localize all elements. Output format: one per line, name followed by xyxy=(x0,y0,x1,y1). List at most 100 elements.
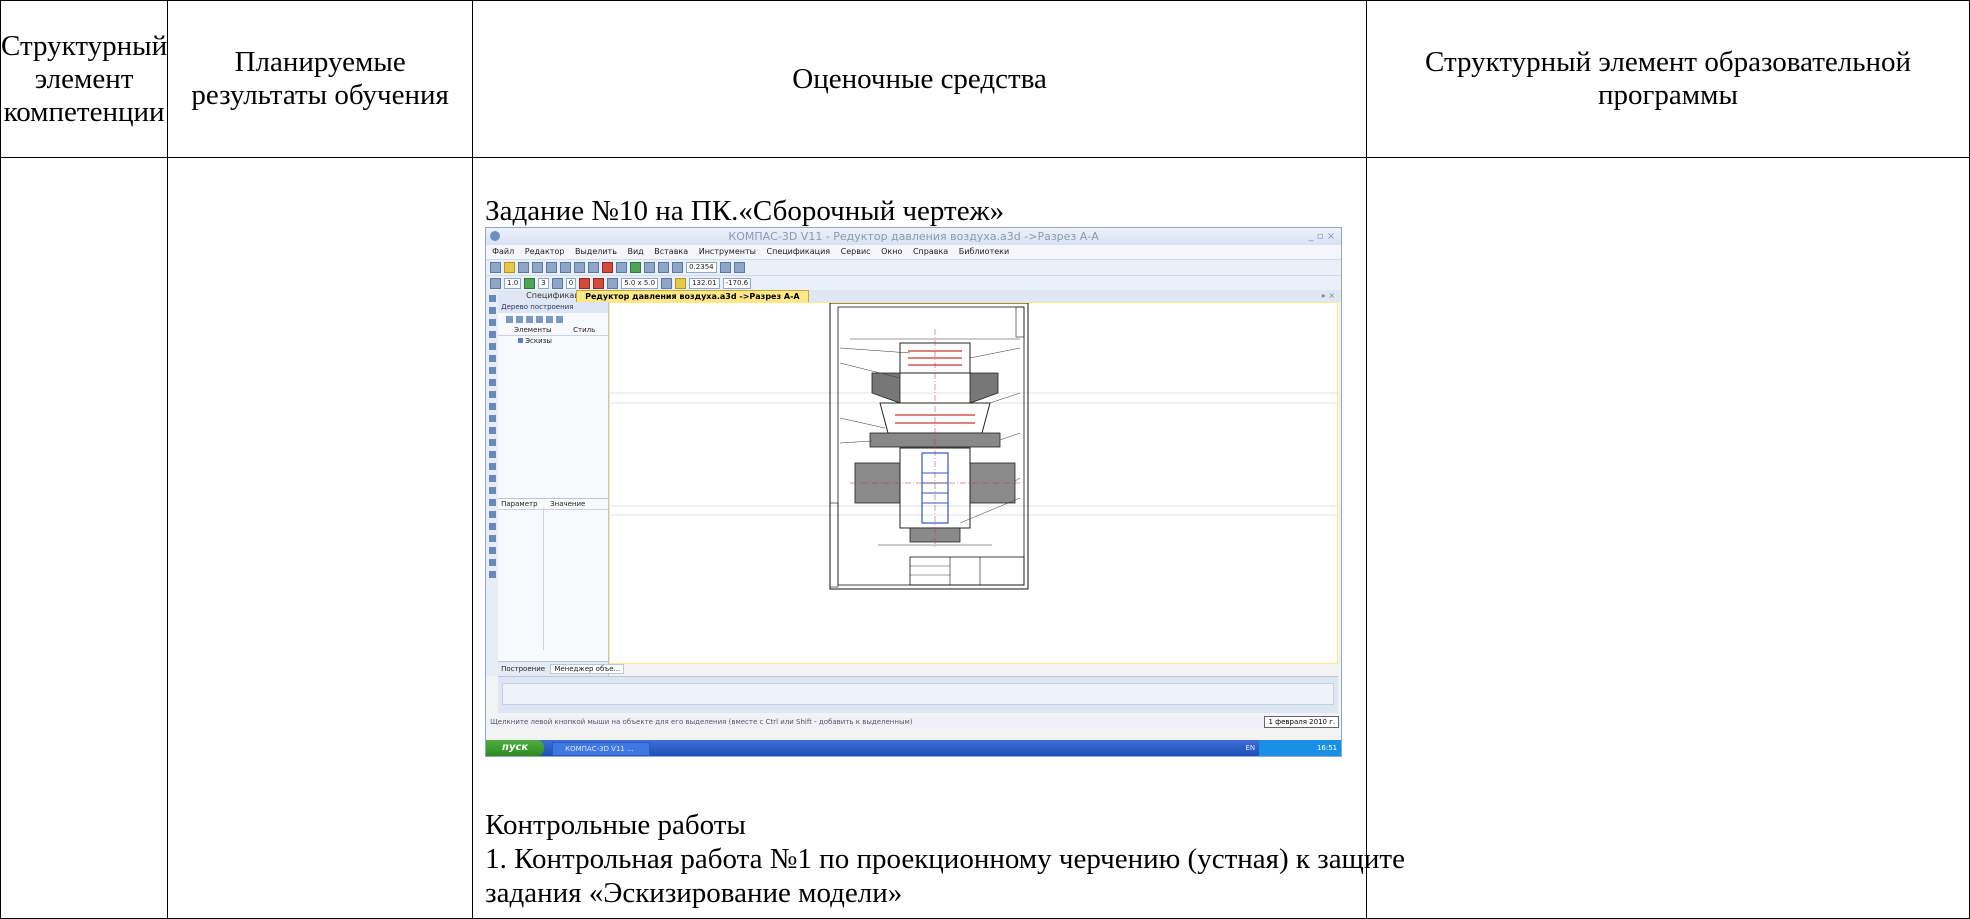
menu-libraries: Библиотеки xyxy=(958,247,1010,256)
lcs-icon xyxy=(661,278,673,289)
side-stamp xyxy=(829,502,839,588)
coord-x-field: 132.01 xyxy=(689,278,720,289)
cover-right xyxy=(969,372,999,404)
layer-icon xyxy=(524,278,536,289)
tree-tool-icon xyxy=(546,315,554,323)
col-elements: Элементы xyxy=(514,326,552,334)
properties-panel xyxy=(498,676,1339,713)
polygon-tool-icon xyxy=(488,535,496,542)
cell-program-element xyxy=(1366,157,1970,919)
toolbar-current-state: 1.0 3 0 5.0 x 5.0 132.01 -170.6 xyxy=(486,275,1342,291)
dimension-tool-icon xyxy=(488,307,496,314)
view-field: 0 xyxy=(565,278,577,289)
circle-tool-icon xyxy=(488,427,496,434)
kompas-screenshot: КОМПАС-3D V11 - Редуктор давления воздух… xyxy=(485,227,1343,757)
panel-toolbar xyxy=(498,313,608,325)
fillet-tool-icon xyxy=(488,511,496,518)
line-tool-icon xyxy=(488,403,496,410)
toolbar-standard: 0.2354 xyxy=(486,259,1342,275)
spline-tool-icon xyxy=(488,463,496,470)
cell-learning-outcomes xyxy=(167,157,474,919)
snap-icon xyxy=(579,278,591,289)
competence-table: Структурный элемент компетенции Планируе… xyxy=(0,0,1970,919)
header-assessment-tools: Оценочные средства xyxy=(472,0,1368,158)
start-label: пуск xyxy=(502,742,529,753)
header-assessment-tools-text: Оценочные средства xyxy=(792,62,1047,95)
menu-window: Окно xyxy=(881,247,903,256)
menu-help: Справка xyxy=(912,247,949,256)
new-file-icon xyxy=(490,262,502,273)
zoom-in-icon xyxy=(658,262,670,273)
window-controls-icon: _ ▫ × xyxy=(1308,231,1336,242)
title-block xyxy=(909,556,1025,586)
rectangle-tool-icon xyxy=(488,523,496,530)
date-tooltip: 1 февраля 2010 г. xyxy=(1264,716,1340,728)
panel-tab-build: Построение xyxy=(501,665,546,673)
corner-stamp xyxy=(1015,306,1025,338)
header-learning-outcomes-text: Планируемые результаты обучения xyxy=(191,46,449,111)
open-file-icon xyxy=(504,262,516,273)
cut-icon xyxy=(560,262,572,273)
variables-icon xyxy=(644,262,656,273)
properties-field xyxy=(502,683,1335,705)
view-icon xyxy=(551,278,563,289)
tree-tool-icon xyxy=(536,315,544,323)
leader-line xyxy=(970,347,1021,359)
col-value: Значение xyxy=(550,500,586,508)
menu-insert: Вставка xyxy=(654,247,689,256)
preview-icon xyxy=(546,262,558,273)
ortho-icon xyxy=(593,278,605,289)
menu-select: Выделить xyxy=(574,247,617,256)
table-row: Задание №10 на ПК.«Сборочный чертеж» КОМ… xyxy=(0,157,1970,919)
macro-tool-icon xyxy=(488,571,496,578)
header-competence-element-text: Структурный элемент компетенции xyxy=(1,29,168,128)
drawing-canvas xyxy=(609,302,1339,664)
menu-specification: Спецификация xyxy=(766,247,831,256)
window-title: КОМПАС-3D V11 - Редуктор давления воздух… xyxy=(728,230,1099,243)
menu-file: Файл xyxy=(492,247,515,256)
header-competence-element: Структурный элемент компетенции xyxy=(0,0,169,158)
control-works-heading: Контрольные работы xyxy=(485,809,746,841)
window-titlebar: КОМПАС-3D V11 - Редуктор давления воздух… xyxy=(486,228,1342,245)
arc-tool-icon xyxy=(488,439,496,446)
tab-assembly-drawing: Редуктор давления воздуха.a3d ->Разрез А… xyxy=(576,290,809,302)
menu-tools: Инструменты xyxy=(698,247,756,256)
equidistant-tool-icon xyxy=(488,547,496,554)
geometry-tool-icon xyxy=(488,295,496,302)
control-work-1-line1: 1. Контрольная работа №1 по проекционном… xyxy=(485,843,1405,875)
menu-service: Сервис xyxy=(840,247,871,256)
paste-icon xyxy=(588,262,600,273)
symbols-tool-icon xyxy=(488,319,496,326)
tree-tool-icon xyxy=(506,315,514,323)
params-tool-icon xyxy=(488,343,496,350)
cursor-icon xyxy=(675,278,687,289)
tree-column-headers: Элементы Стиль xyxy=(498,325,609,336)
panel-title: Дерево построения xyxy=(498,302,609,313)
windows-taskbar: пуск КОМПАС-3D V11 ... EN 16:51 xyxy=(486,740,1342,756)
status-bar: Щелкните левой кнопкой мыши на объекте д… xyxy=(486,717,1342,728)
edit-tool-icon xyxy=(488,331,496,338)
assessment-text: Контрольные работы 1. Контрольная работа… xyxy=(485,808,1405,910)
app-icon xyxy=(490,231,501,241)
coord-y-field: -170.6 xyxy=(722,278,752,289)
refresh-icon xyxy=(733,262,745,273)
undo-icon xyxy=(602,262,614,273)
grid-field: 5.0 x 5.0 xyxy=(621,278,659,289)
start-button: пуск xyxy=(486,740,545,756)
manager-icon xyxy=(630,262,642,273)
menu-bar: Файл Редактор Выделить Вид Вставка Инстр… xyxy=(486,245,1342,259)
assembly-drawing xyxy=(610,302,1338,590)
pan-icon xyxy=(719,262,731,273)
step-field: 1.0 xyxy=(504,278,522,289)
header-learning-outcomes: Планируемые результаты обучения xyxy=(167,0,474,158)
system-tray: 16:51 xyxy=(1259,740,1342,756)
zoom-field: 0.2354 xyxy=(686,262,717,273)
ellipse-tool-icon xyxy=(488,451,496,458)
hatch-tool-icon xyxy=(488,475,496,482)
panel-tab-object-manager: Менеджер объе... xyxy=(550,664,625,674)
help-icon xyxy=(556,315,564,323)
header-program-element-text: Структурный элемент образовательной прог… xyxy=(1425,46,1911,111)
copy-icon xyxy=(574,262,586,273)
document-tabs: Спецификация Редуктор давления воздуха.a… xyxy=(498,290,1342,302)
point-tool-icon xyxy=(488,391,496,398)
